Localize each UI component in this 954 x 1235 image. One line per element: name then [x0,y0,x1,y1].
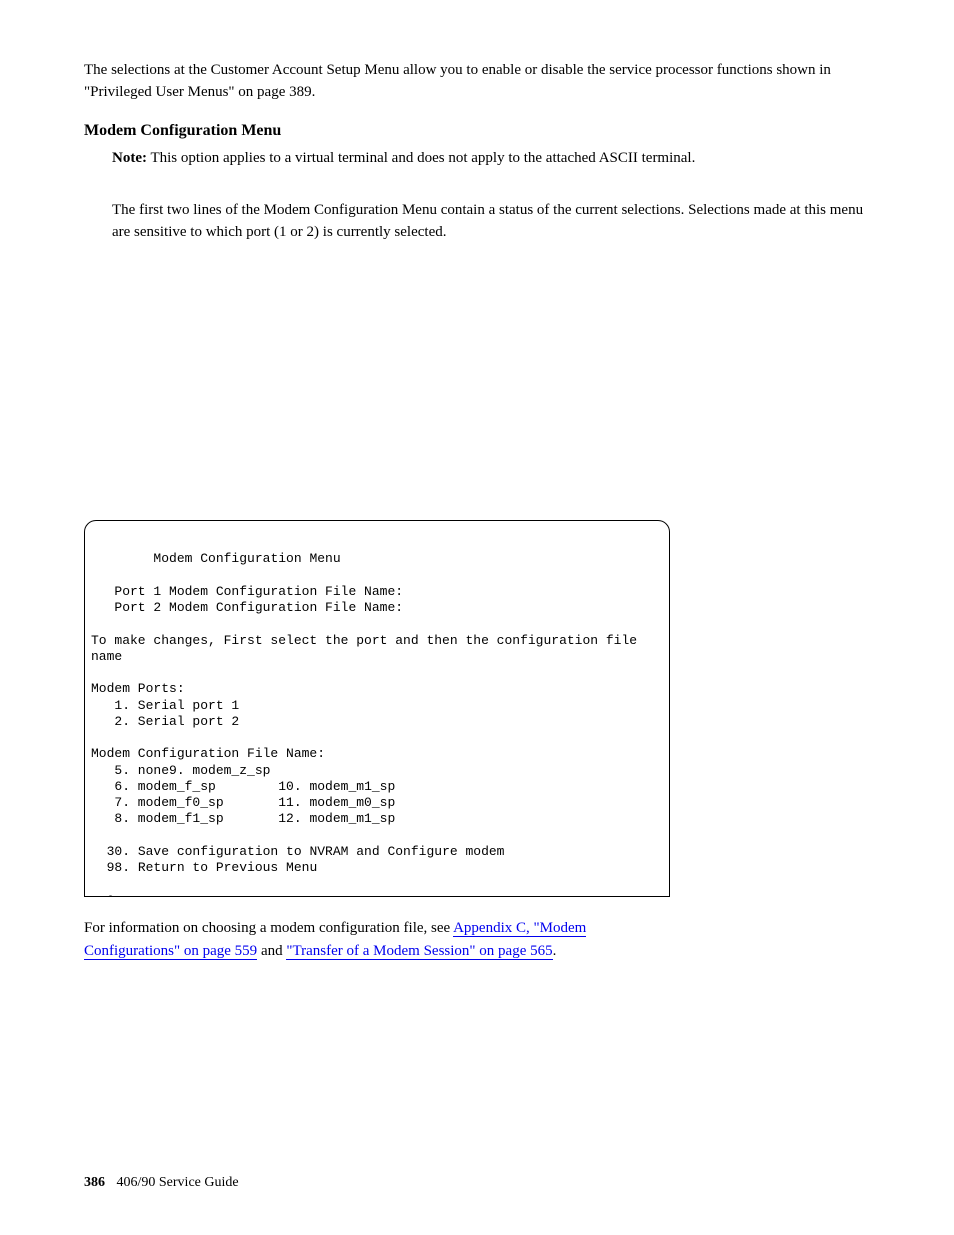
terminal-instr1: To make changes, First select the port a… [91,633,637,648]
paragraph-customer-account: The selections at the Customer Account S… [84,60,870,104]
text-period: . [553,943,557,959]
terminal-opt9: 9. modem_z_sp [169,763,270,778]
paragraph-see-also: For information on choosing a modem conf… [84,917,870,962]
terminal-serial2: 2. Serial port 2 [114,714,239,729]
terminal-serial1: 1. Serial port 1 [114,698,239,713]
terminal-blank [91,551,153,566]
terminal-opt6: 6. modem_f_sp [114,779,215,794]
terminal-screen: Modem Configuration Menu Port 1 Modem Co… [84,520,670,897]
terminal-files-label: Modem Configuration File Name: [91,746,325,761]
terminal-ports-label: Modem Ports: [91,681,185,696]
paragraph-selections: The first two lines of the Modem Configu… [112,200,872,244]
terminal-opt10: 10. modem_m1_sp [278,779,395,794]
terminal-opt8: 8. modem_f1_sp [114,811,223,826]
terminal-opt11: 11. modem_m0_sp [278,795,395,810]
terminal-opt7: 7. modem_f0_sp [114,795,223,810]
terminal-port1: Port 1 Modem Configuration File Name: [114,584,403,599]
heading-modem-config: Modem Configuration Menu [84,122,281,140]
terminal-opt12: 12. modem_m1_sp [278,811,395,826]
text-pre-link: For information on choosing a modem conf… [84,920,453,936]
terminal-prompt: 0> [107,893,123,898]
text-and: and [257,943,286,959]
note-text: This option applies to a virtual termina… [150,150,695,166]
link-transfer-session[interactable]: "Transfer of a Modem Session" on page 56… [286,943,552,960]
terminal-title: Modem Configuration Menu [153,551,340,566]
terminal-opt30: 30. Save configuration to NVRAM and Conf… [107,844,505,859]
link-appendix-c-cont[interactable]: Configurations" on page 559 [84,943,257,960]
terminal-opt5: 5. none [114,763,169,778]
page-number: 386 406/90 Service Guide [84,1175,239,1191]
note-label: Note: [112,150,147,166]
terminal-opt98: 98. Return to Previous Menu [107,860,318,875]
terminal-port2: Port 2 Modem Configuration File Name: [114,600,403,615]
terminal-instr2: name [91,649,122,664]
link-appendix-c[interactable]: Appendix C, "Modem [453,920,586,937]
